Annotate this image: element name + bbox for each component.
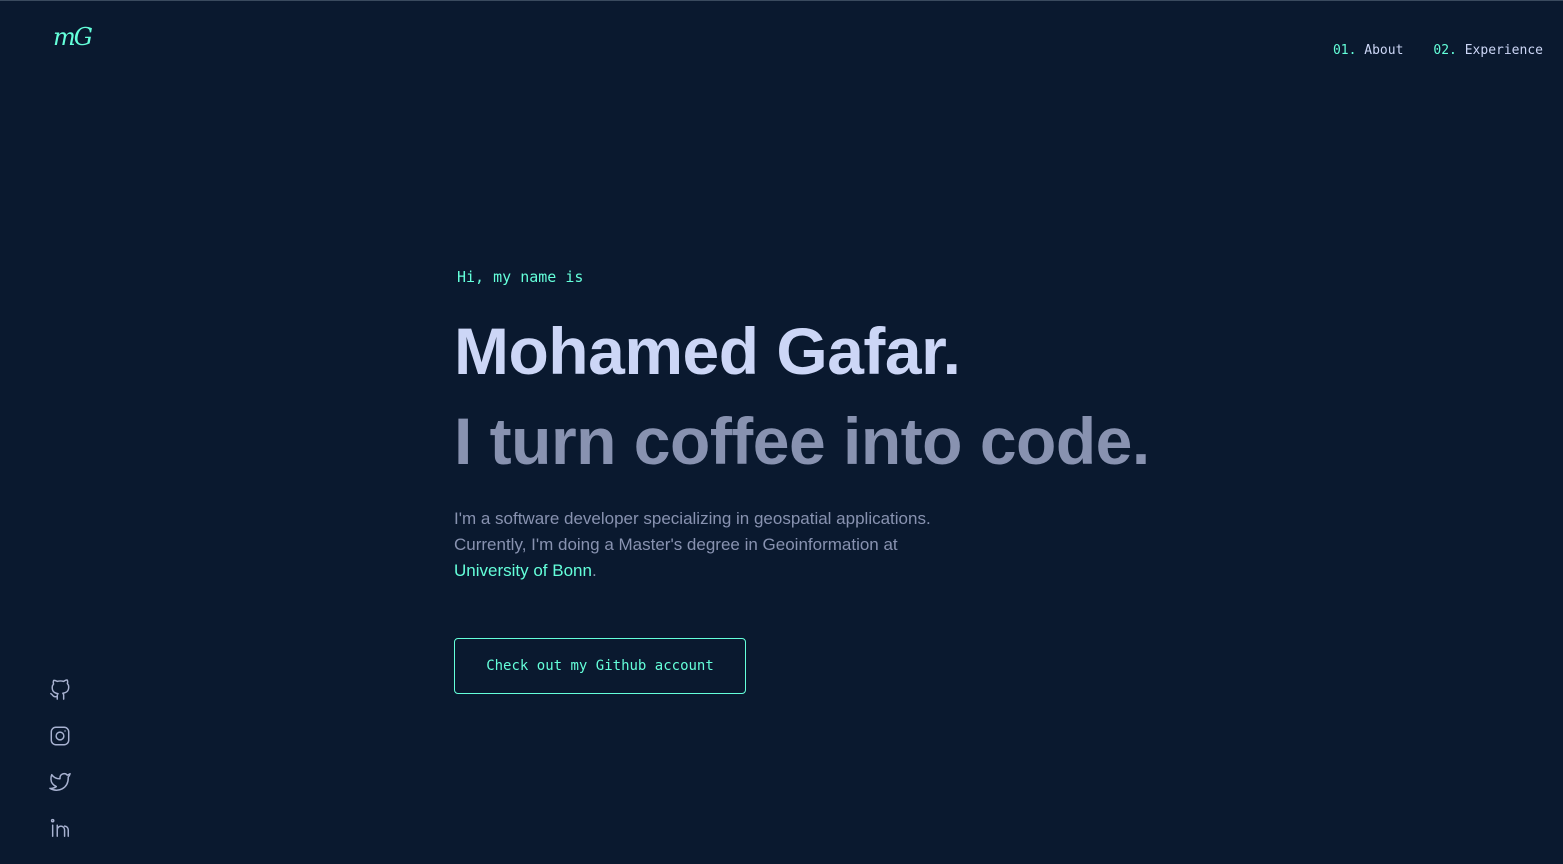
github-link[interactable] <box>49 679 71 701</box>
github-icon <box>50 679 70 700</box>
instagram-icon <box>50 726 70 746</box>
nav-label: About <box>1364 43 1404 58</box>
nav-number: 02. <box>1433 43 1457 58</box>
linkedin-link[interactable] <box>49 817 71 839</box>
hero-bio: I'm a software developer specializing in… <box>454 506 974 584</box>
top-nav: 01. About 02. Experience <box>1333 43 1543 58</box>
twitter-icon <box>49 772 71 791</box>
instagram-link[interactable] <box>49 725 71 747</box>
github-cta-button[interactable]: Check out my Github account <box>454 638 746 694</box>
nav-number: 01. <box>1332 43 1357 58</box>
nav-item-about[interactable]: 01. About <box>1333 43 1403 58</box>
twitter-link[interactable] <box>49 771 71 793</box>
linkedin-icon <box>50 818 69 837</box>
greeting: Hi, my name is <box>457 268 584 286</box>
bio-line: University of Bonn. <box>454 558 974 584</box>
hero-tagline: I turn coffee into code. <box>454 404 1150 478</box>
bio-line: I'm a software developer specializing in… <box>454 509 931 528</box>
nav-item-experience[interactable]: 02. Experience <box>1433 43 1543 58</box>
hero-name: Mohamed Gafar. <box>454 314 961 388</box>
nav-label: Experience <box>1464 43 1543 58</box>
social-links <box>49 679 71 839</box>
bio-line: Currently, I'm doing a Master's degree i… <box>454 535 898 554</box>
logo[interactable]: mG <box>53 23 93 51</box>
bio-period: . <box>591 561 597 580</box>
university-link[interactable]: University of Bonn <box>454 561 592 580</box>
